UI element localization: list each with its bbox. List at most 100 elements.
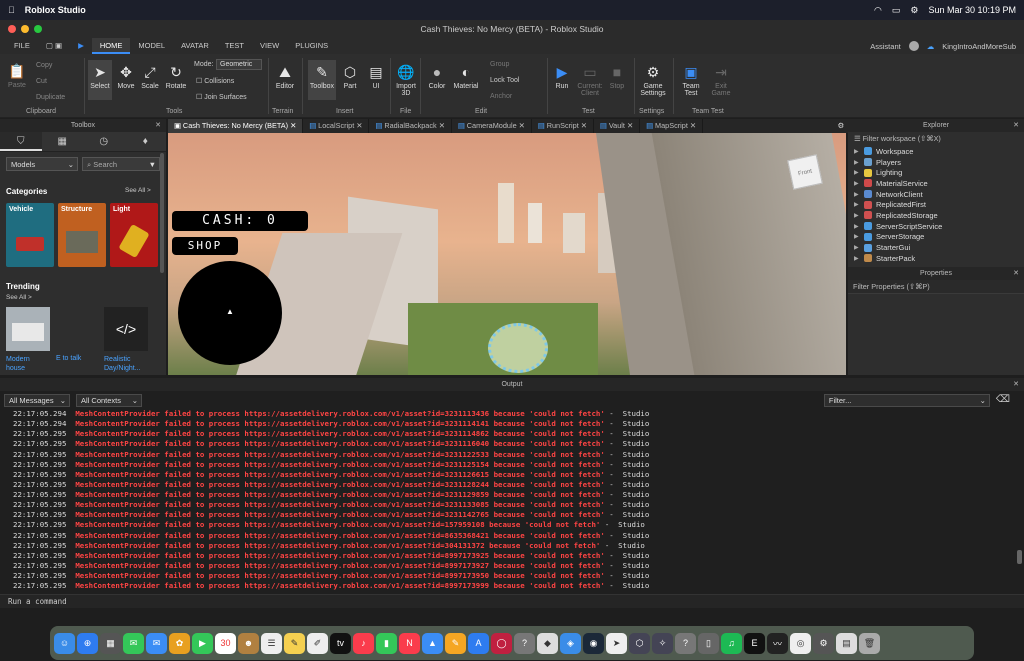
doc-tab[interactable]: ▤ RunScript ✕ [532,119,594,133]
mode-dropdown[interactable]: Geometric [216,59,262,70]
help-icon[interactable]: ? [675,632,696,654]
explorer-item[interactable]: ▶ Workspace [848,146,1024,157]
lock-tool-button[interactable]: Lock Tool [490,77,519,84]
trend-item-link[interactable]: Realistic Day/Night... [104,355,154,373]
doc-tab[interactable]: ▤ RadialBackpack ✕ [369,119,452,133]
toolbox-button[interactable]: ✎ Toolbox [308,60,336,100]
move-tool-button[interactable]: ✥ Move [114,63,138,91]
chrome-icon[interactable]: ◎ [790,632,811,654]
tab-home[interactable]: HOME [91,38,131,54]
calendar-icon[interactable]: 30 [215,632,236,654]
clock[interactable]: Sun Mar 30 10:19 PM [928,5,1016,15]
anchor-button[interactable]: Anchor [490,93,512,100]
music-icon[interactable]: ♪ [353,632,374,654]
toolbox-search-input[interactable]: ⌕ Search ▼ [82,157,160,171]
system-settings-icon[interactable]: ⚙ [813,632,834,654]
cursor-icon[interactable]: ➤ [606,632,627,654]
numbers-icon[interactable]: ▮ [376,632,397,654]
messages-filter-dropdown[interactable]: All Messages ⌄ [4,394,70,407]
trend-item-thumbnail[interactable] [6,307,50,351]
close-icon[interactable]: ✕ [1013,119,1019,132]
pages-icon[interactable]: ✎ [445,632,466,654]
play-icon[interactable]: ▶ [70,38,92,54]
code-icon[interactable]: </> [104,307,148,351]
collisions-checkbox[interactable]: ☐ Collisions [196,77,234,85]
finder-icon[interactable]: ☺ [54,632,75,654]
output-scrollbar[interactable] [1017,550,1022,564]
ui-button[interactable]: ▤ UI [366,63,386,91]
launchpad-icon[interactable]: ▦ [100,632,121,654]
team-test-button[interactable]: ▣ Team Test [678,63,704,98]
scale-tool-button[interactable]: ⤢ Scale [138,63,162,91]
explorer-item[interactable]: ▶ MaterialService [848,178,1024,189]
duplicate-button[interactable]: Duplicate [36,94,65,101]
material-button[interactable]: ◐ Material [452,63,480,90]
epic-games-icon[interactable]: E [744,632,765,654]
wave-icon[interactable]: 〰 [767,632,788,654]
tab-view[interactable]: VIEW [252,38,287,54]
trend-item-link[interactable]: Modern house [6,355,50,373]
explorer-item[interactable]: ▶ StarterGui [848,242,1024,253]
stop-button[interactable]: ■ Stop [606,63,628,90]
toolbox-category-dropdown[interactable]: Models ⌄ [6,157,78,171]
steam-icon[interactable]: ◉ [583,632,604,654]
tab-model[interactable]: MODEL [130,38,173,54]
close-icon[interactable]: ✕ [155,119,161,132]
gear-icon[interactable]: ⚙ [837,119,848,133]
doc-tab[interactable]: ▤ CameraModule ✕ [452,119,532,133]
output-filter-input[interactable]: Filter... ⌄ [823,394,990,407]
bag-icon[interactable]: ⛉ [0,132,42,151]
grid-icon[interactable]: ▦ [42,132,84,151]
command-bar-input[interactable]: Run a command [0,594,1024,608]
preview-icon[interactable]: ▯ [698,632,719,654]
doc-tab[interactable]: ▣ Cash Thieves: No Mercy (BETA) ✕ [168,119,304,133]
tab-avatar[interactable]: AVATAR [173,38,217,54]
game-viewport[interactable]: CASH: 0 SHOP ▲ Front [168,133,846,375]
close-icon[interactable]: ✕ [1013,267,1019,280]
paste-button[interactable]: 📋 Paste [4,62,30,90]
toolbox-scrollbar[interactable] [160,153,164,273]
trending-see-all-link[interactable]: See All > [6,294,32,301]
cloud-icon[interactable]: ☁ [927,42,935,51]
part-button[interactable]: ⬡ Part [340,63,360,91]
join-surfaces-checkbox[interactable]: ☐ Join Surfaces [196,93,247,101]
doc-tab[interactable]: ▤ LocalScript ✕ [303,119,370,133]
roblox-studio-icon[interactable]: ◈ [560,632,581,654]
minimize-window-button[interactable] [21,25,29,33]
categories-see-all-link[interactable]: See All > [125,187,151,194]
group-button[interactable]: Group [490,61,509,68]
close-icon[interactable]: ✕ [1013,378,1019,391]
app-store-icon[interactable]: A [468,632,489,654]
app-menu[interactable]: Roblox Studio [25,5,86,15]
doc-tab[interactable]: ▤ MapScript ✕ [640,119,704,133]
username[interactable]: KingIntroAndMoreSub [942,42,1016,51]
help-icon[interactable]: ? [514,632,535,654]
contexts-filter-dropdown[interactable]: All Contexts ⌄ [76,394,142,407]
roblox-icon[interactable]: ◆ [537,632,558,654]
game-settings-button[interactable]: ⚙ Game Settings [638,63,668,98]
color-button[interactable]: ● Color [425,63,449,90]
tab-test[interactable]: TEST [217,38,252,54]
explorer-item[interactable]: ▶ NetworkClient [848,189,1024,200]
copy-button[interactable]: Copy [36,62,52,69]
news-icon[interactable]: N [399,632,420,654]
save-icon[interactable]: ▢ ▣ [38,38,70,54]
tab-file[interactable]: FILE [6,38,38,54]
unity-icon[interactable]: ⬡ [629,632,650,654]
battery-icon[interactable]: ▭ [892,5,901,16]
messages-icon[interactable]: ✉ [123,632,144,654]
freeform-icon[interactable]: ✐ [307,632,328,654]
explorer-item[interactable]: ▶ ServerScriptService [848,221,1024,232]
spotify-icon[interactable]: ♫ [721,632,742,654]
facetime-icon[interactable]: ▶ [192,632,213,654]
joystick[interactable]: ▲ [178,261,282,365]
tab-plugins[interactable]: PLUGINS [287,38,336,54]
select-tool-button[interactable]: ➤ Select [88,60,112,100]
properties-filter-input[interactable]: Filter Properties (⇧⌘P) [848,280,1024,294]
category-light[interactable]: Light [110,203,158,267]
apple-tv-icon[interactable]: tv [330,632,351,654]
trend-item-link[interactable]: E to talk [56,355,81,362]
terrain-editor-button[interactable]: ⛰ Editor [272,63,298,91]
apple-icon[interactable]:  [8,5,15,15]
import-3d-button[interactable]: 🌐 Import 3D [394,63,418,98]
